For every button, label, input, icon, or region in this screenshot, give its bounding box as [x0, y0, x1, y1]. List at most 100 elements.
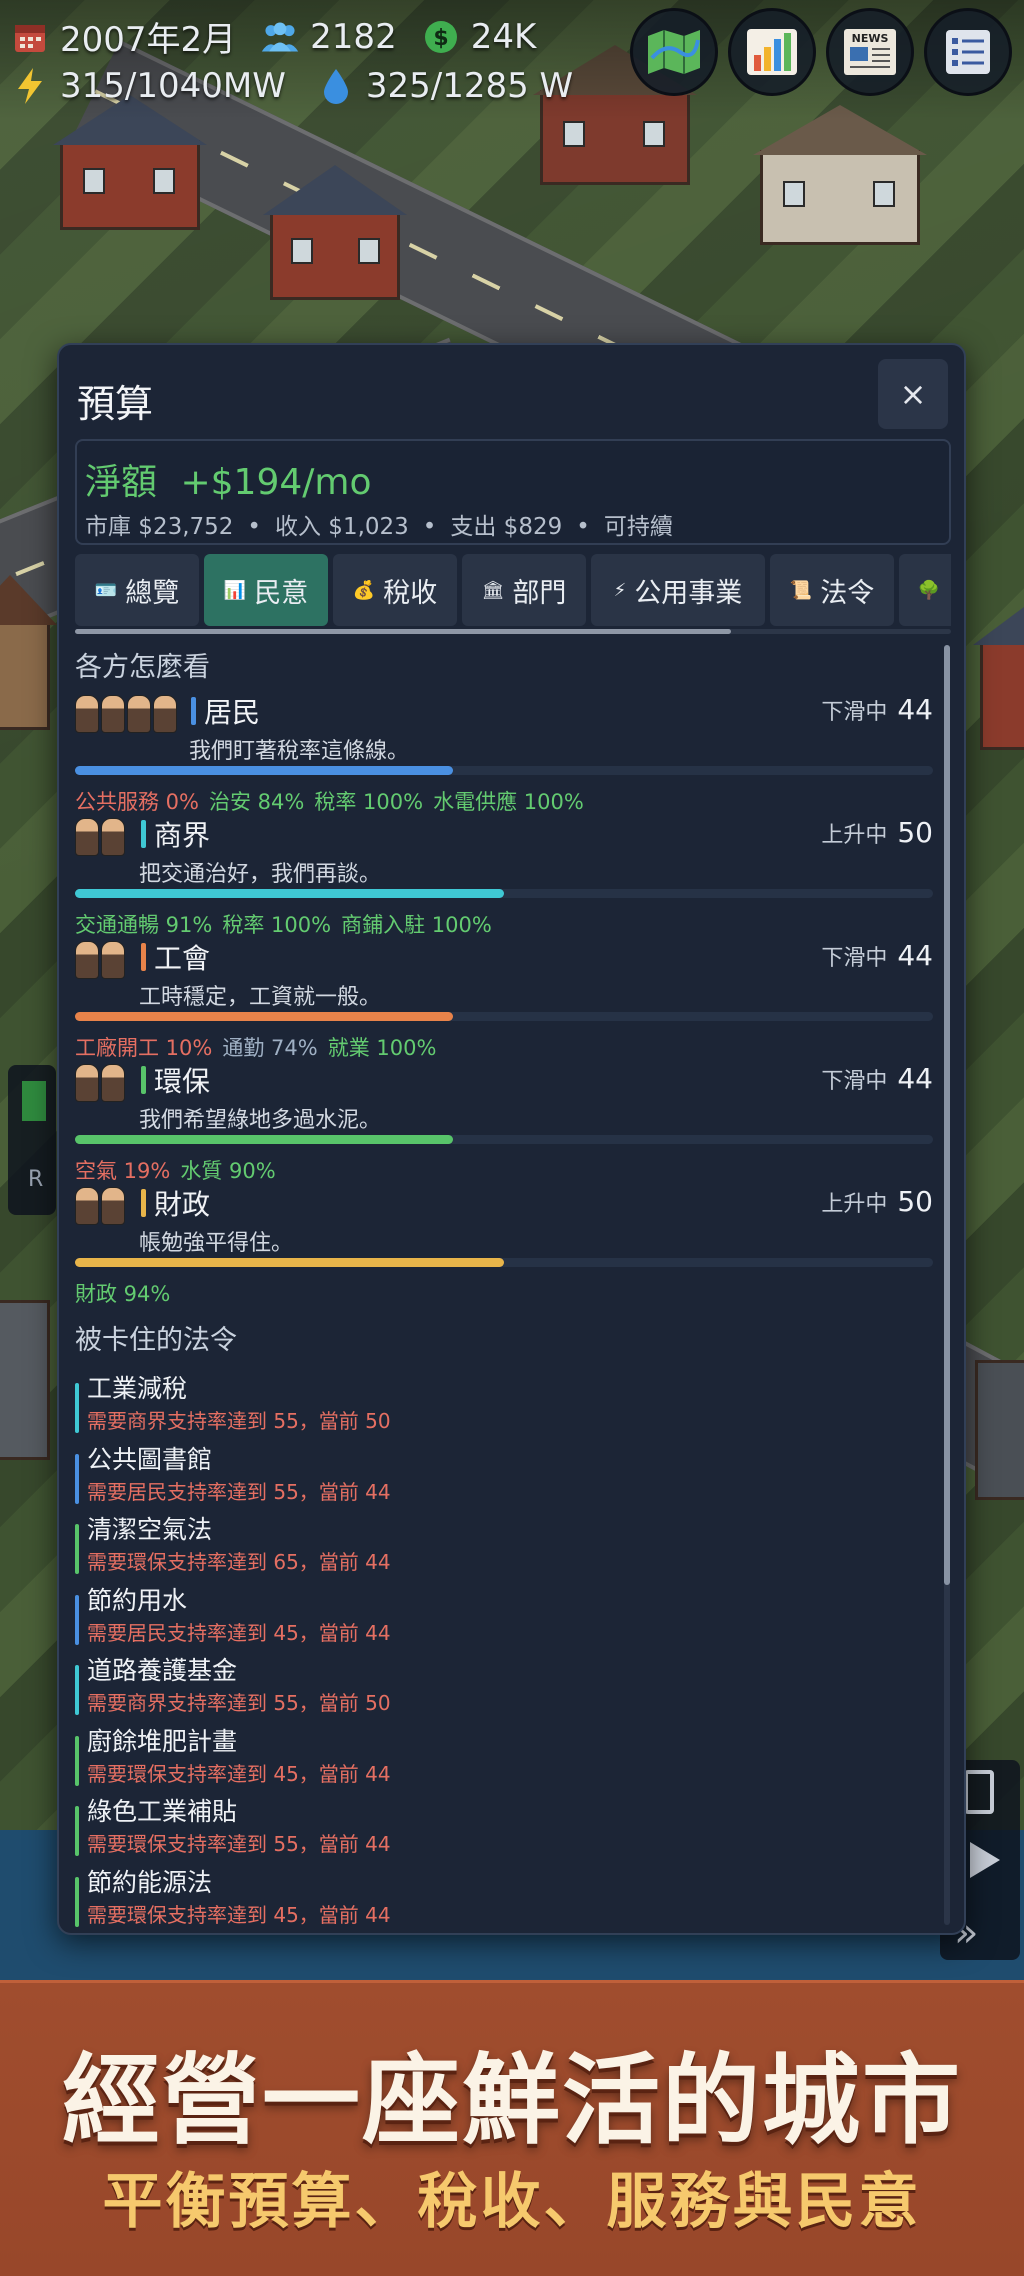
- group-accent: [141, 820, 146, 848]
- side-control-letter: R: [28, 1167, 44, 1192]
- approval-bar-fill: [75, 1135, 453, 1144]
- expense-value: 支出 $829: [450, 514, 563, 540]
- opinion-group[interactable]: 環保 下滑中 44 我們希望綠地多過水泥。 空氣 19% 水質 90%: [75, 1060, 933, 1183]
- list-button[interactable]: [924, 8, 1012, 96]
- more-tab-icon: 🌳: [917, 579, 941, 601]
- population-icon: [260, 17, 300, 57]
- group-portrait-icon: [75, 941, 125, 979]
- law-name: 清潔空氣法: [87, 1515, 213, 1544]
- law-accent: [75, 1454, 79, 1504]
- net-value: +$194/mo: [180, 462, 372, 503]
- tab-scrollbar[interactable]: [75, 629, 731, 634]
- factor-value: 稅率 100%: [222, 913, 332, 937]
- tab-label: 公用事業: [634, 577, 743, 609]
- tab-label: 總覽: [125, 577, 180, 609]
- group-factors: 交通通暢 91% 稅率 100% 商鋪入駐 100%: [75, 909, 502, 939]
- house: [0, 575, 57, 730]
- group-quote: 帳勉強平得住。: [139, 1231, 294, 1256]
- blocked-law-item[interactable]: 節約能源法 需要環保支持率達到 45，當前 44: [75, 1863, 895, 1927]
- group-quote: 把交通治好，我們再談。: [139, 862, 382, 887]
- map-button[interactable]: [630, 8, 718, 96]
- group-header: 居民: [191, 691, 260, 731]
- house: [973, 595, 1024, 750]
- chart-button[interactable]: [728, 8, 816, 96]
- blocked-law-item[interactable]: 道路養護基金 需要商界支持率達到 55，當前 50: [75, 1651, 895, 1715]
- law-accent: [75, 1595, 79, 1645]
- hud-row-top: 2007年2月 2182 $ 24K: [10, 12, 536, 61]
- law-requirement: 需要居民支持率達到 55，當前 44: [87, 1480, 391, 1504]
- tab-laws[interactable]: 📜 法令: [770, 554, 894, 626]
- list-icon: [946, 30, 990, 74]
- trend-label: 上升中: [821, 1192, 888, 1217]
- group-portrait-icon: [75, 1064, 125, 1102]
- group-portrait-icon: [75, 695, 177, 733]
- law-accent: [75, 1736, 79, 1786]
- trend-label: 下滑中: [821, 700, 888, 725]
- tab-departments[interactable]: 🏛 部門: [462, 554, 586, 626]
- water-display: 325/1285 W: [365, 66, 574, 106]
- factor-value: 財政 94%: [75, 1282, 171, 1306]
- tab-tax[interactable]: 💰 稅收: [333, 554, 457, 626]
- factor-value: 水電供應 100%: [433, 790, 584, 814]
- tax-icon: 💰: [352, 579, 376, 601]
- tab-more[interactable]: 🌳: [899, 554, 951, 626]
- panel-scrollbar[interactable]: [944, 645, 950, 1585]
- tab-utilities[interactable]: ⚡ 公用事業: [591, 554, 765, 626]
- group-accent: [141, 1189, 146, 1217]
- law-requirement: 需要居民支持率達到 45，當前 44: [87, 1621, 391, 1645]
- group-header: 商界: [141, 814, 210, 854]
- group-factors: 財政 94%: [75, 1278, 180, 1308]
- tab-bar: 🪪 總覽 📊 民意 💰 稅收 🏛 部門 ⚡ 公用事業 📜 法令 🌳: [75, 554, 951, 626]
- tab-overview[interactable]: 🪪 總覽: [75, 554, 199, 626]
- law-requirement: 需要商界支持率達到 55，當前 50: [87, 1691, 391, 1715]
- net-income: 淨額 +$194/mo: [85, 453, 371, 505]
- factor-value: 就業 100%: [327, 1036, 437, 1060]
- close-button[interactable]: ×: [878, 359, 948, 429]
- group-name: 環保: [154, 1065, 211, 1098]
- tab-opinion[interactable]: 📊 民意: [204, 554, 328, 626]
- group-quote: 工時穩定，工資就一般。: [139, 985, 382, 1010]
- news-icon: NEWS: [844, 29, 896, 75]
- group-header: 工會: [141, 937, 210, 977]
- law-accent: [75, 1383, 79, 1433]
- group-name: 工會: [154, 942, 211, 975]
- group-accent: [191, 697, 196, 725]
- blocked-law-item[interactable]: 節約用水需要居民支持率達到 45，當前 44: [75, 1581, 895, 1645]
- opinion-group[interactable]: 工會 下滑中 44 工時穩定，工資就一般。 工廠開工 10% 通勤 74% 就業 100%: [75, 937, 933, 1060]
- opinion-heading: 各方怎麼看: [75, 652, 210, 683]
- group-name: 居民: [204, 696, 261, 729]
- factor-value: 空氣 19%: [75, 1159, 171, 1183]
- factor-value: 稅率 100%: [314, 790, 424, 814]
- opinion-group[interactable]: 商界 上升中 50 把交通治好，我們再談。 交通通暢 91% 稅率 100% 商鋪入駐 10…: [75, 814, 933, 937]
- blocked-law-item[interactable]: 綠色工業補貼 需要環保支持率達到 55，當前 44: [75, 1792, 895, 1856]
- opinion-group[interactable]: 財政 上升中 50 帳勉強平得住。 財政 94%: [75, 1183, 933, 1306]
- blocked-laws-heading: 被卡住的法令: [75, 1325, 237, 1356]
- date-display: 2007年2月: [60, 20, 237, 60]
- law-name: 節約能源法: [87, 1868, 213, 1897]
- law-name: 節約用水: [87, 1586, 188, 1615]
- law-requirement: 需要環保支持率達到 65，當前 44: [87, 1550, 391, 1574]
- blocked-law-item[interactable]: 清潔空氣法需要環保支持率達到 65，當前 44: [75, 1510, 895, 1574]
- treasury-value: 市庫 $23,752: [85, 514, 234, 540]
- opinion-group[interactable]: 居民 下滑中 44 我們盯著稅率這條線。 公共服務 0% 治安 84% 稅率 100% 水電供…: [75, 691, 933, 814]
- law-accent: [75, 1806, 79, 1856]
- side-control[interactable]: R: [8, 1065, 56, 1215]
- money-icon: $: [421, 17, 461, 57]
- play-icon[interactable]: [970, 1842, 1000, 1878]
- group-name: 商界: [154, 819, 211, 852]
- group-accent: [141, 943, 146, 971]
- svg-text:$: $: [433, 26, 448, 51]
- approval-bar: [75, 1258, 933, 1267]
- water-icon: [316, 66, 356, 106]
- group-accent: [141, 1066, 146, 1094]
- factor-value: 治安 84%: [209, 790, 305, 814]
- blocked-law-item[interactable]: 廚餘堆肥計畫 需要環保支持率達到 45，當前 44: [75, 1722, 895, 1786]
- separator: •: [576, 514, 590, 540]
- tab-label: 部門: [512, 577, 567, 609]
- budget-panel: 預算 × 淨額 +$194/mo 市庫 $23,752 • 收入 $1,023 • 支出…: [57, 343, 966, 1935]
- news-button[interactable]: NEWS: [826, 8, 914, 96]
- blocked-law-item[interactable]: 工業減稅 需要商界支持率達到 55，當前 50: [75, 1369, 895, 1433]
- chart-icon: [747, 29, 797, 75]
- pause-icon[interactable]: [964, 1770, 994, 1814]
- blocked-law-item[interactable]: 公共圖書館 需要居民支持率達到 55，當前 44: [75, 1440, 895, 1504]
